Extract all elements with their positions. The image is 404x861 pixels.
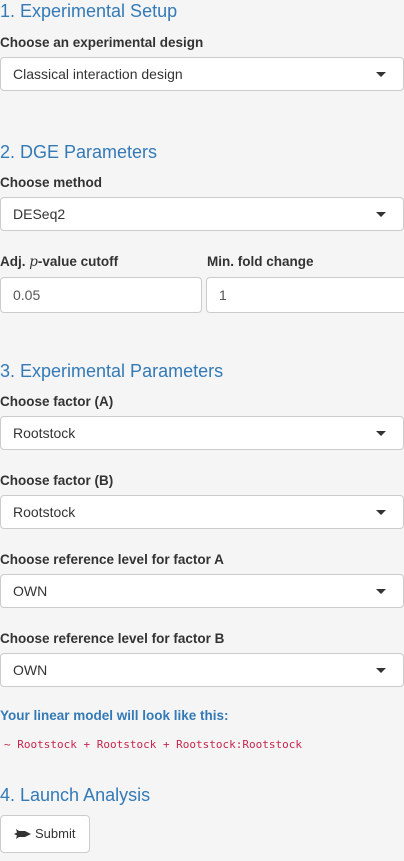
pvalue-input[interactable]: 0.05 — [0, 277, 202, 313]
design-select[interactable]: Classical interaction design — [0, 57, 404, 91]
factor-a-label: Choose factor (A) — [0, 394, 114, 409]
caret-down-icon — [376, 510, 386, 515]
fold-input[interactable]: 1 — [206, 277, 404, 313]
ref-a-label: Choose reference level for factor A — [0, 552, 224, 567]
section-title-exp: 3. Experimental Parameters — [0, 361, 224, 381]
factor-b-value: Rootstock — [13, 504, 76, 520]
ref-b-label: Choose reference level for factor B — [0, 631, 225, 646]
submit-button[interactable]: Submit — [0, 815, 90, 853]
submit-label: Submit — [35, 826, 76, 841]
caret-down-icon — [376, 589, 386, 594]
rocket-icon — [14, 817, 32, 853]
model-title: Your linear model will look like this: — [0, 708, 229, 723]
method-select[interactable]: DESeq2 — [0, 197, 404, 231]
fold-input-value: 1 — [219, 287, 227, 303]
ref-a-value: OWN — [13, 583, 48, 599]
section-title-dge: 2. DGE Parameters — [0, 142, 158, 162]
factor-b-label: Choose factor (B) — [0, 473, 114, 488]
ref-a-select[interactable]: OWN — [0, 574, 404, 608]
pvalue-label-p: p — [29, 254, 38, 270]
factor-a-value: Rootstock — [13, 425, 76, 441]
pvalue-input-value: 0.05 — [13, 287, 41, 303]
caret-down-icon — [376, 212, 386, 217]
ref-b-select[interactable]: OWN — [0, 653, 404, 687]
design-label: Choose an experimental design — [0, 35, 204, 50]
model-formula: ~ Rootstock + Rootstock + Rootstock:Root… — [4, 738, 303, 751]
factor-b-select[interactable]: Rootstock — [0, 495, 404, 529]
section-title-setup: 1. Experimental Setup — [0, 1, 178, 21]
fold-label: Min. fold change — [207, 254, 314, 269]
design-select-value: Classical interaction design — [13, 66, 183, 82]
ref-b-value: OWN — [13, 662, 48, 678]
method-label: Choose method — [0, 175, 103, 190]
pvalue-label-suffix: -value cutoff — [37, 254, 119, 269]
caret-down-icon — [376, 668, 386, 673]
method-select-value: DESeq2 — [13, 206, 66, 222]
pvalue-label-prefix: Adj. — [0, 254, 30, 269]
caret-down-icon — [376, 431, 386, 436]
section-title-launch: 4. Launch Analysis — [0, 785, 151, 805]
caret-down-icon — [376, 72, 386, 77]
pvalue-label: Adj. p-value cutoff — [0, 253, 118, 271]
factor-a-select[interactable]: Rootstock — [0, 416, 404, 450]
